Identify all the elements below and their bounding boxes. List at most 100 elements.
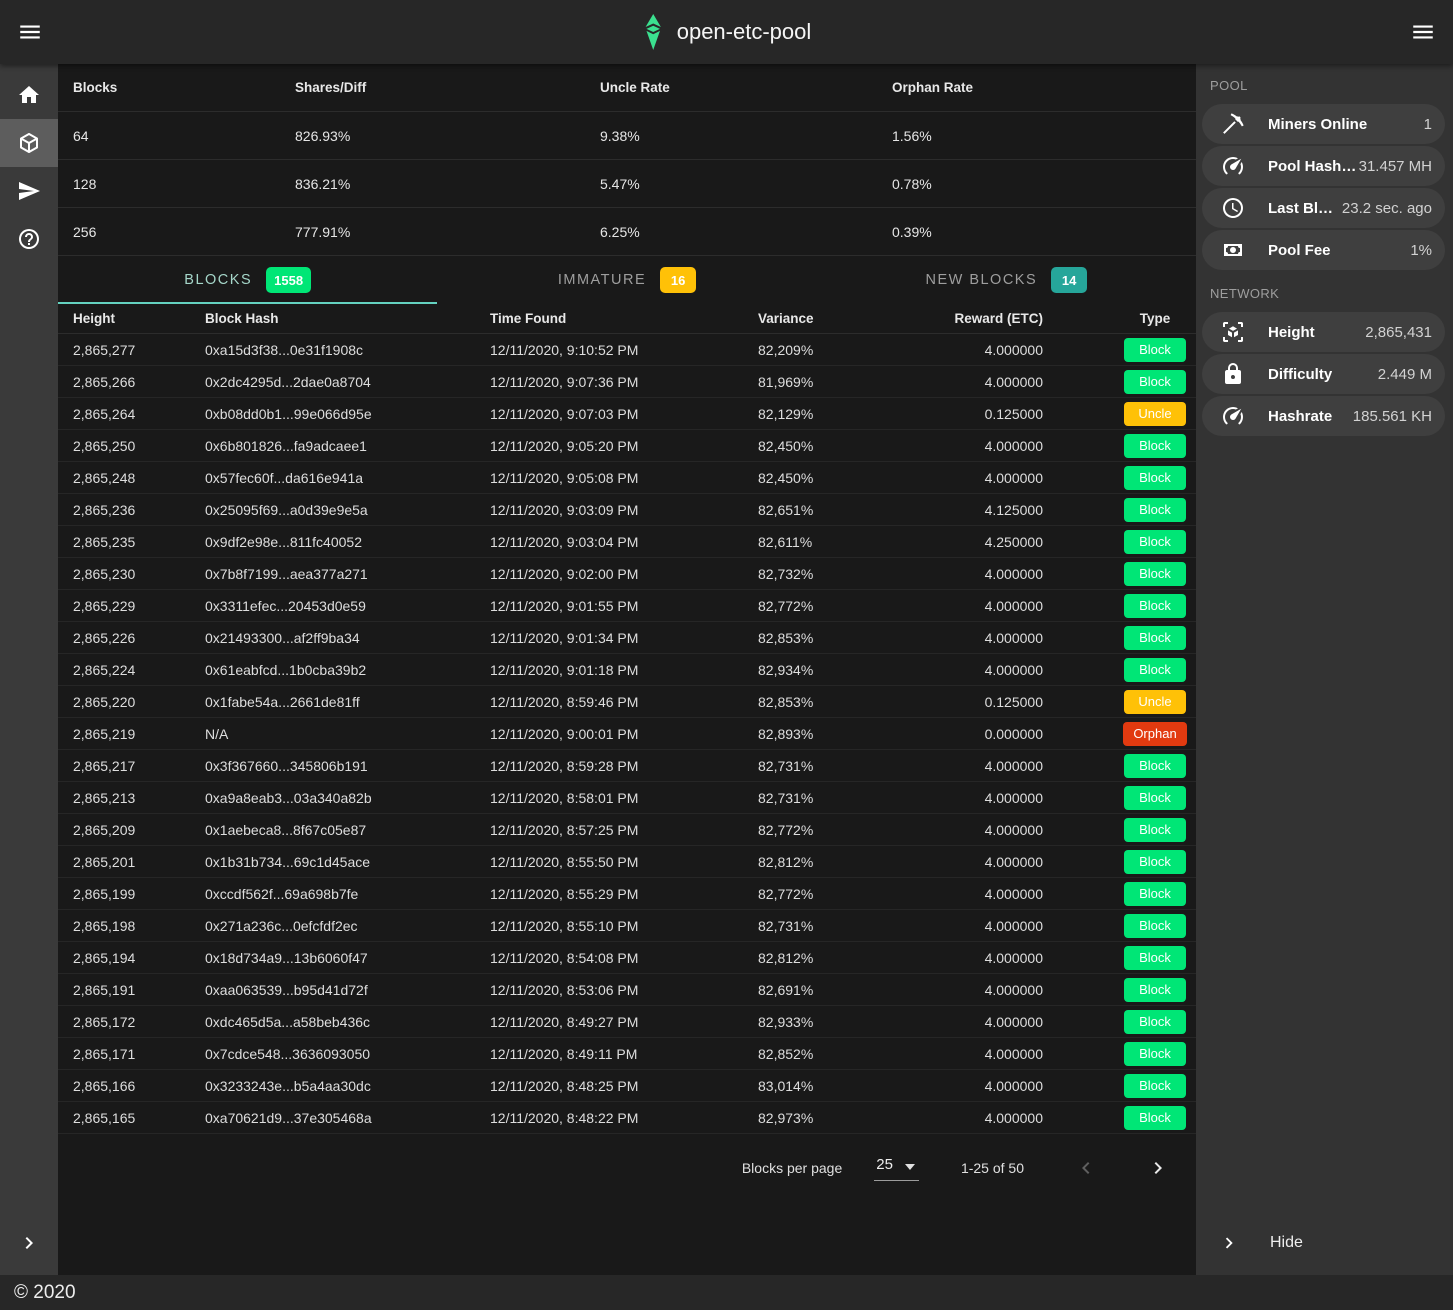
cell-height: 2,865,219 <box>58 726 205 742</box>
cell-time-found: 12/11/2020, 8:59:28 PM <box>490 758 758 774</box>
cell-variance: 83,014% <box>758 1078 945 1094</box>
cell-reward: 4.000000 <box>945 342 1058 358</box>
cell-time-found: 12/11/2020, 9:01:34 PM <box>490 630 758 646</box>
table-row: 2,865,198 0x271a236c...0efcfdf2ec 12/11/… <box>58 910 1196 942</box>
cell-block-hash: 0x3233243e...b5a4aa30dc <box>205 1078 490 1094</box>
table-row: 2,865,209 0x1aebeca8...8f67c05e87 12/11/… <box>58 814 1196 846</box>
cell-reward: 4.000000 <box>945 790 1058 806</box>
cell-height: 2,865,230 <box>58 566 205 582</box>
type-chip: Block <box>1124 818 1186 842</box>
etc-logo-icon <box>642 14 664 50</box>
type-chip: Block <box>1124 882 1186 906</box>
cell-height: 2,865,224 <box>58 662 205 678</box>
cell-reward: 0.125000 <box>945 694 1058 710</box>
chevron-right-icon <box>1218 1232 1240 1254</box>
prev-page-chevron-icon[interactable] <box>1068 1150 1104 1186</box>
cell-reward: 4.000000 <box>945 822 1058 838</box>
cell-time-found: 12/11/2020, 8:49:27 PM <box>490 1014 758 1030</box>
cell-variance: 82,129% <box>758 406 945 422</box>
main-content: Blocks Shares/Diff Uncle Rate Orphan Rat… <box>58 64 1196 1275</box>
cell-variance: 82,731% <box>758 758 945 774</box>
cell-block-hash: 0x6b801826...fa9adcaee1 <box>205 438 490 454</box>
cell-height: 2,865,277 <box>58 342 205 358</box>
type-chip: Block <box>1124 978 1186 1002</box>
cell-time-found: 12/11/2020, 9:05:08 PM <box>490 470 758 486</box>
tab-blocks[interactable]: BLOCKS1558 <box>58 256 437 304</box>
pagination: Blocks per page 25 1-25 of 50 <box>58 1150 1196 1186</box>
cell-height: 2,865,172 <box>58 1014 205 1030</box>
cell-time-found: 12/11/2020, 8:58:01 PM <box>490 790 758 806</box>
expand-rail-chevron-icon[interactable] <box>0 1219 58 1267</box>
menu-icon[interactable] <box>11 13 49 51</box>
blocks-table-header: Height Block Hash Time Found Variance Re… <box>58 304 1196 334</box>
cell-reward: 4.000000 <box>945 982 1058 998</box>
stat-card: Pool Fee 1% <box>1202 230 1445 270</box>
table-row: 2,865,235 0x9df2e98e...811fc40052 12/11/… <box>58 526 1196 558</box>
nav-help-icon[interactable] <box>0 215 58 263</box>
type-chip: Block <box>1124 754 1186 778</box>
stats-col-orphan-rate: Orphan Rate <box>892 80 1196 95</box>
cube-scan-icon <box>1221 320 1245 344</box>
left-nav-rail <box>0 64 58 1275</box>
tab-immature[interactable]: IMMATURE16 <box>437 256 816 304</box>
luck-stats-table: Blocks Shares/Diff Uncle Rate Orphan Rat… <box>58 64 1196 256</box>
blocks-tabs: BLOCKS1558 IMMATURE16 NEW BLOCKS14 <box>58 256 1196 304</box>
type-chip: Uncle <box>1124 402 1186 426</box>
gauge-icon <box>1221 404 1245 428</box>
stat-card: Difficulty 2.449 M <box>1202 354 1445 394</box>
cell-height: 2,865,171 <box>58 1046 205 1062</box>
cell-variance: 82,853% <box>758 630 945 646</box>
table-row: 2,865,194 0x18d734a9...13b6060f47 12/11/… <box>58 942 1196 974</box>
type-chip: Block <box>1124 1042 1186 1066</box>
cell-reward: 4.000000 <box>945 1110 1058 1126</box>
cell-height: 2,865,236 <box>58 502 205 518</box>
cell-block-hash: 0x1fabe54a...2661de81ff <box>205 694 490 710</box>
next-page-chevron-icon[interactable] <box>1140 1150 1176 1186</box>
stat-card: Height 2,865,431 <box>1202 312 1445 352</box>
cell-block-hash: 0xa9a8eab3...03a340a82b <box>205 790 490 806</box>
cell-block-hash: 0x7b8f7199...aea377a271 <box>205 566 490 582</box>
tab-new-blocks[interactable]: NEW BLOCKS14 <box>817 256 1196 304</box>
cell-time-found: 12/11/2020, 8:54:08 PM <box>490 950 758 966</box>
cell-variance: 82,691% <box>758 982 945 998</box>
table-row: 2,865,220 0x1fabe54a...2661de81ff 12/11/… <box>58 686 1196 718</box>
nav-payments-icon[interactable] <box>0 167 58 215</box>
table-row: 2,865,224 0x61eabfcd...1b0cba39b2 12/11/… <box>58 654 1196 686</box>
cell-variance: 82,209% <box>758 342 945 358</box>
cell-variance: 82,450% <box>758 470 945 486</box>
cell-variance: 82,732% <box>758 566 945 582</box>
cell-reward: 0.000000 <box>945 726 1058 742</box>
cell-height: 2,865,235 <box>58 534 205 550</box>
type-chip: Block <box>1124 562 1186 586</box>
nav-home-icon[interactable] <box>0 71 58 119</box>
cell-time-found: 12/11/2020, 9:07:03 PM <box>490 406 758 422</box>
cell-variance: 82,731% <box>758 790 945 806</box>
cell-reward: 4.000000 <box>945 566 1058 582</box>
type-chip: Block <box>1124 626 1186 650</box>
page-size-select[interactable]: 25 <box>874 1156 919 1181</box>
cell-variance: 82,651% <box>758 502 945 518</box>
cell-block-hash: 0x18d734a9...13b6060f47 <box>205 950 490 966</box>
cell-block-hash: 0x7cdce548...3636093050 <box>205 1046 490 1062</box>
type-chip: Block <box>1124 1106 1186 1130</box>
stats-row: 256 777.91% 6.25% 0.39% <box>58 208 1196 256</box>
cell-time-found: 12/11/2020, 9:00:01 PM <box>490 726 758 742</box>
cell-reward: 4.000000 <box>945 1078 1058 1094</box>
table-row: 2,865,266 0x2dc4295d...2dae0a8704 12/11/… <box>58 366 1196 398</box>
hide-sidebar-button[interactable]: Hide <box>1196 1219 1453 1267</box>
cell-height: 2,865,209 <box>58 822 205 838</box>
cell-height: 2,865,166 <box>58 1078 205 1094</box>
col-type: Type <box>1058 311 1196 326</box>
nav-blocks-icon[interactable] <box>0 119 58 167</box>
right-menu-icon[interactable] <box>1404 13 1442 51</box>
type-chip: Block <box>1124 786 1186 810</box>
cell-block-hash: 0xa15d3f38...0e31f1908c <box>205 342 490 358</box>
table-row: 2,865,277 0xa15d3f38...0e31f1908c 12/11/… <box>58 334 1196 366</box>
cell-height: 2,865,199 <box>58 886 205 902</box>
cell-variance: 82,933% <box>758 1014 945 1030</box>
cell-height: 2,865,220 <box>58 694 205 710</box>
cell-block-hash: 0x1b31b734...69c1d45ace <box>205 854 490 870</box>
blocks-table-body: 2,865,277 0xa15d3f38...0e31f1908c 12/11/… <box>58 334 1196 1134</box>
type-chip: Orphan <box>1123 722 1186 746</box>
cell-variance: 82,611% <box>758 534 945 550</box>
